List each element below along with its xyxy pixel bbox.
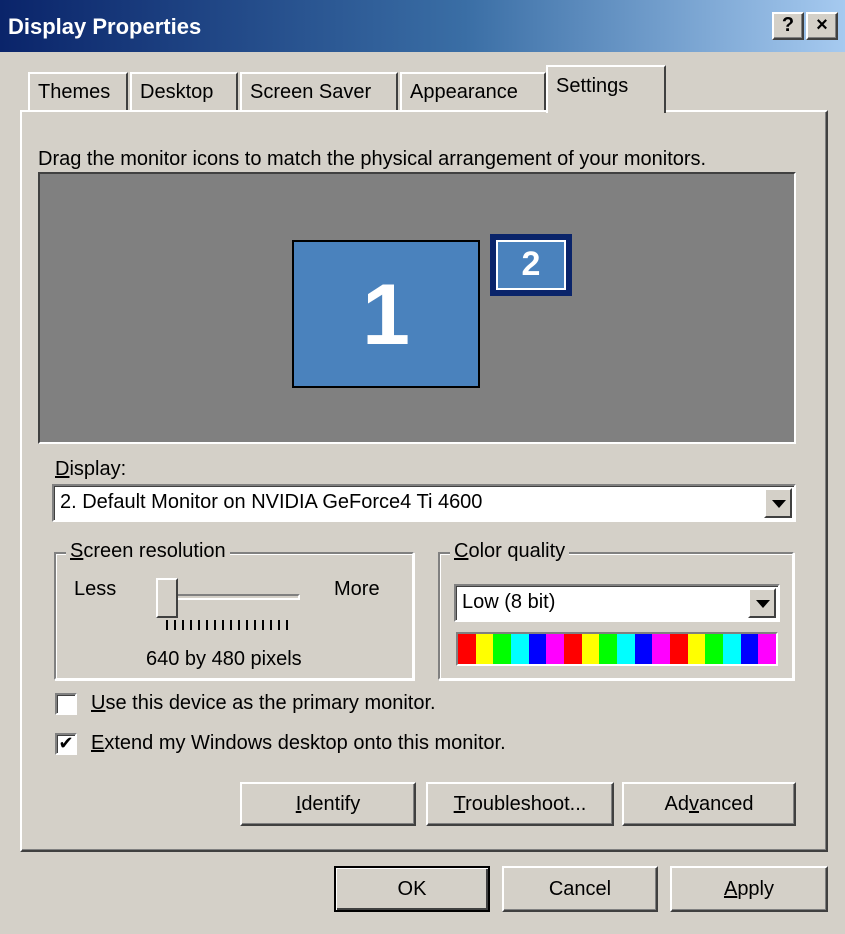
extend-desktop-checkbox-row[interactable]: ✔ Extend my Windows desktop onto this mo… xyxy=(55,732,506,755)
spectrum-swatch xyxy=(670,634,688,664)
color-quality-select[interactable]: Low (8 bit) xyxy=(454,584,780,622)
chevron-down-icon[interactable] xyxy=(748,588,776,618)
display-select-value: 2. Default Monitor on NVIDIA GeForce4 Ti… xyxy=(60,491,483,513)
monitor-number: 2 xyxy=(496,240,566,290)
monitor-arrangement-area: 1 2 xyxy=(38,172,796,444)
spectrum-swatch xyxy=(493,634,512,664)
close-button[interactable]: × xyxy=(806,12,838,40)
tab-themes[interactable]: Themes xyxy=(28,72,128,112)
tab-label: Settings xyxy=(556,75,629,97)
identify-button[interactable]: Identify xyxy=(240,782,416,826)
color-quality-value: Low (8 bit) xyxy=(462,591,556,613)
tab-label: Appearance xyxy=(410,81,518,103)
spectrum-swatch xyxy=(687,634,706,664)
spectrum-swatch xyxy=(564,634,582,664)
primary-monitor-checkbox-row[interactable]: Use this device as the primary monitor. xyxy=(55,692,436,715)
less-label: Less xyxy=(74,578,117,600)
color-spectrum-bar xyxy=(456,632,778,666)
extend-desktop-label: Extend my Windows desktop onto this moni… xyxy=(91,732,506,754)
tab-settings[interactable]: Settings xyxy=(546,65,666,113)
title-bar[interactable]: Display Properties ? × xyxy=(0,0,845,54)
troubleshoot-button[interactable]: Troubleshoot... xyxy=(426,782,614,826)
monitor-2-icon[interactable]: 2 xyxy=(490,234,572,296)
resolution-value: 640 by 480 pixels xyxy=(146,648,302,670)
tab-label: Desktop xyxy=(140,81,214,103)
help-button[interactable]: ? xyxy=(772,12,804,40)
monitor-number: 1 xyxy=(362,267,410,363)
spectrum-swatch xyxy=(511,634,529,664)
spectrum-swatch xyxy=(546,634,565,664)
instruction-text: Drag the monitor icons to match the phys… xyxy=(38,148,707,170)
tab-screen-saver[interactable]: Screen Saver xyxy=(240,72,398,112)
advanced-button[interactable]: Advanced xyxy=(622,782,796,826)
primary-monitor-label: Use this device as the primary monitor. xyxy=(91,692,436,714)
monitor-1-icon[interactable]: 1 xyxy=(292,240,480,388)
screen-resolution-label: Screen resolution xyxy=(66,540,230,563)
spectrum-swatch xyxy=(705,634,724,664)
cancel-button[interactable]: Cancel xyxy=(502,866,658,912)
spectrum-swatch xyxy=(475,634,494,664)
color-quality-group: Color quality Low (8 bit) xyxy=(438,540,794,680)
slider-ticks xyxy=(166,620,294,630)
tab-desktop[interactable]: Desktop xyxy=(130,72,238,112)
chevron-down-icon[interactable] xyxy=(764,488,792,518)
resolution-slider-track[interactable] xyxy=(174,594,300,600)
spectrum-swatch xyxy=(740,634,759,664)
spectrum-swatch xyxy=(528,634,547,664)
primary-monitor-checkbox[interactable] xyxy=(55,692,77,715)
spectrum-swatch xyxy=(581,634,600,664)
more-label: More xyxy=(334,578,380,600)
resolution-slider-thumb[interactable] xyxy=(156,578,178,618)
spectrum-swatch xyxy=(652,634,671,664)
window-title: Display Properties xyxy=(8,14,202,39)
ok-button[interactable]: OK xyxy=(334,866,490,912)
display-select[interactable]: 2. Default Monitor on NVIDIA GeForce4 Ti… xyxy=(52,484,796,522)
help-icon: ? xyxy=(781,14,795,36)
spectrum-swatch xyxy=(617,634,635,664)
apply-button[interactable]: Apply xyxy=(670,866,828,912)
tab-label: Screen Saver xyxy=(250,81,372,103)
color-quality-label: Color quality xyxy=(450,540,570,563)
spectrum-swatch xyxy=(758,634,777,664)
screen-resolution-group: Screen resolution Less More 640 by 480 p… xyxy=(54,540,414,680)
display-label: Display: xyxy=(55,458,127,480)
tab-label: Themes xyxy=(38,81,111,103)
close-icon: × xyxy=(816,14,828,36)
spectrum-swatch xyxy=(723,634,741,664)
extend-desktop-checkbox[interactable]: ✔ xyxy=(55,732,77,755)
tab-appearance[interactable]: Appearance xyxy=(400,72,546,112)
spectrum-swatch xyxy=(634,634,653,664)
spectrum-swatch xyxy=(599,634,618,664)
spectrum-swatch xyxy=(458,634,476,664)
